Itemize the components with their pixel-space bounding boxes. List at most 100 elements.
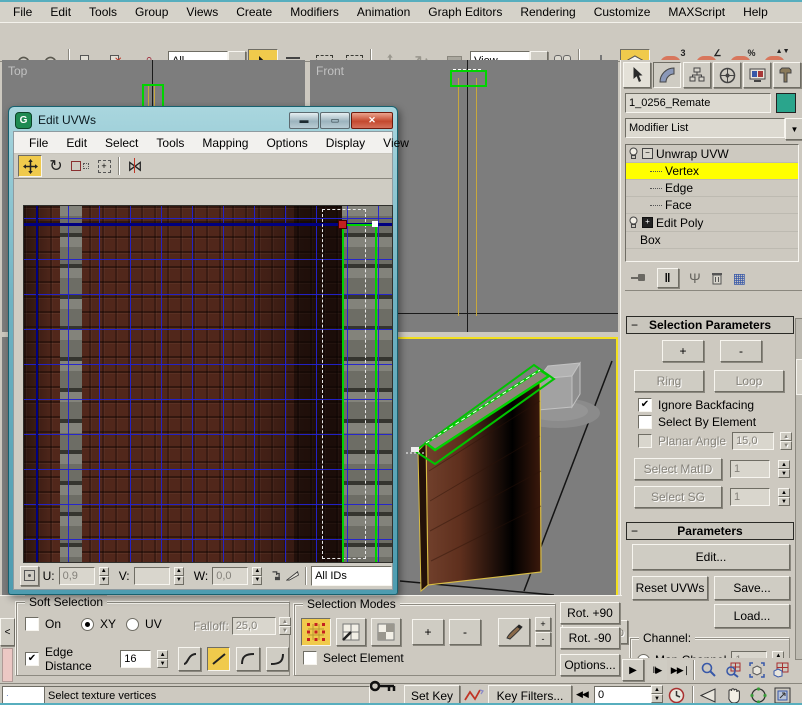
ring-button[interactable]: Ring <box>634 370 704 392</box>
falloff-linear-icon[interactable] <box>207 647 230 671</box>
uvw-mirror-icon[interactable]: ⋈ <box>124 156 146 176</box>
falloff-spinner[interactable]: ▲▼ <box>279 617 291 635</box>
menu-views[interactable]: Views <box>177 3 227 21</box>
minimize-button[interactable]: ▬ <box>289 112 319 129</box>
stack-item-edge[interactable]: Edge <box>665 181 693 195</box>
uvw-menu-view[interactable]: View <box>374 134 418 152</box>
uvw-freeform-icon[interactable]: + <box>94 156 114 176</box>
command-panel-scrollbar[interactable] <box>795 318 802 660</box>
modifier-list-dropdown[interactable]: Modifier List ▼ <box>625 118 802 140</box>
stack-item-unwrap-uvw[interactable]: Unwrap UVW <box>656 147 729 161</box>
uv-vertex-handle[interactable] <box>372 221 378 227</box>
edge-distance-checkbox[interactable] <box>25 652 39 666</box>
tab-motion-icon[interactable] <box>713 62 741 88</box>
reset-uvws-button[interactable]: Reset UVWs <box>632 576 708 600</box>
menu-help[interactable]: Help <box>734 3 777 21</box>
zoom-all-icon[interactable] <box>722 660 743 680</box>
menu-edit[interactable]: Edit <box>41 3 80 21</box>
menu-customize[interactable]: Customize <box>585 3 660 21</box>
v-spinner[interactable]: ▲▼ <box>174 567 184 585</box>
ignore-backfacing-row[interactable]: Ignore Backfacing <box>638 398 754 412</box>
select-element-checkbox[interactable] <box>303 651 317 665</box>
filter-selected-faces-icon[interactable] <box>286 569 299 582</box>
stack-row-unwrap[interactable]: − Unwrap UVW <box>626 145 798 163</box>
v-field[interactable] <box>134 567 170 585</box>
load-uvws-button[interactable]: Load... <box>714 604 790 628</box>
menu-graph-editors[interactable]: Graph Editors <box>419 3 511 21</box>
stack-row-face[interactable]: Face <box>626 197 798 214</box>
w-spinner[interactable]: ▲▼ <box>252 567 262 585</box>
zoom-extents-icon[interactable] <box>746 660 767 680</box>
face-mode-icon[interactable] <box>371 618 401 646</box>
time-configuration-icon[interactable] <box>668 687 685 704</box>
make-unique-icon[interactable]: Ψ <box>689 270 701 286</box>
expand-icon[interactable]: + <box>642 217 653 228</box>
soft-selection-on-checkbox[interactable] <box>25 617 39 631</box>
u-field[interactable]: 0,9 <box>59 567 95 585</box>
uvw-move-icon[interactable] <box>18 155 42 177</box>
menu-maxscript[interactable]: MAXScript <box>659 3 734 21</box>
falloff-slow-icon[interactable] <box>236 647 259 671</box>
falloff-fast-icon[interactable] <box>266 647 289 671</box>
bulb-icon[interactable] <box>628 147 639 160</box>
scrollbar-thumb[interactable] <box>796 359 802 395</box>
uv-selected-edge-right[interactable] <box>375 224 377 562</box>
uvw-scale-icon[interactable] <box>70 156 90 176</box>
tab-display-icon[interactable] <box>743 62 771 88</box>
stack-row-edit-poly[interactable]: + Edit Poly <box>626 214 798 232</box>
uvw-menu-display[interactable]: Display <box>317 134 374 152</box>
uv-gizmo-dashed-rect[interactable] <box>322 209 366 559</box>
close-button[interactable]: ✕ <box>351 112 393 129</box>
edge-mode-icon[interactable] <box>336 618 366 646</box>
configure-modifier-sets-icon[interactable]: ▦ <box>733 270 746 287</box>
edge-distance-field[interactable]: 16 <box>120 650 151 668</box>
shrink-selection-button[interactable]: - <box>720 340 762 362</box>
uvw-menu-tools[interactable]: Tools <box>147 134 193 152</box>
sg-spinner[interactable]: ▲▼ <box>778 488 790 506</box>
object-color-swatch[interactable] <box>776 93 796 113</box>
falloff-field[interactable]: 25,0 <box>232 617 276 635</box>
absolute-offset-toggle-icon[interactable] <box>20 566 39 586</box>
paint-shrink-button[interactable]: - <box>535 632 551 646</box>
key-mode-toggle-icon[interactable]: ◀◀ <box>576 689 588 700</box>
maximize-viewport-icon[interactable] <box>774 687 791 704</box>
menu-tools[interactable]: Tools <box>80 3 126 21</box>
loop-button[interactable]: Loop <box>714 370 784 392</box>
tab-create-icon[interactable] <box>623 62 651 88</box>
uvw-menu-mapping[interactable]: Mapping <box>193 134 257 152</box>
menu-group[interactable]: Group <box>126 3 177 21</box>
uvw-menu-options[interactable]: Options <box>257 134 316 152</box>
paint-select-brush-icon[interactable] <box>498 618 530 646</box>
stack-row-vertex-selected[interactable]: Vertex <box>626 163 798 180</box>
uvw-rotate-icon[interactable]: ↻ <box>46 156 66 176</box>
planar-angle-checkbox[interactable] <box>638 434 652 448</box>
uvw-menu-select[interactable]: Select <box>96 134 147 152</box>
w-field[interactable]: 0,0 <box>212 567 248 585</box>
remove-modifier-icon[interactable] <box>711 271 723 285</box>
go-to-end-icon[interactable]: ▶▶❘ <box>670 660 690 680</box>
options-button[interactable]: Options... <box>560 654 620 676</box>
scroll-left-button[interactable]: < <box>0 618 15 646</box>
select-by-element-checkbox[interactable] <box>638 415 652 429</box>
uvw-menu-file[interactable]: File <box>20 134 57 152</box>
maxscript-mini-listener[interactable]: · <box>2 686 46 705</box>
tab-modify-icon[interactable] <box>653 62 681 88</box>
edit-uvws-dialog[interactable]: G Edit UVWs ▬ ▭ ✕ File Edit Select Tools… <box>8 106 398 595</box>
rotate-plus-90-button[interactable]: Rot. +90 <box>560 602 620 624</box>
viewport-front-label[interactable]: Front <box>316 64 344 78</box>
front-selected-edge[interactable] <box>450 70 487 87</box>
material-id-filter-dropdown[interactable]: All IDs <box>311 566 392 586</box>
grow-uv-button[interactable]: + <box>412 619 444 645</box>
matid-spinner[interactable]: ▲▼ <box>778 460 790 478</box>
falloff-smooth-icon[interactable] <box>178 647 201 671</box>
rotate-minus-90-button[interactable]: Rot. -90 <box>560 627 620 649</box>
next-frame-icon[interactable]: ‖▶ <box>647 660 667 680</box>
zoom-icon[interactable] <box>698 660 719 680</box>
menu-rendering[interactable]: Rendering <box>511 3 584 21</box>
select-by-element-row[interactable]: Select By Element <box>638 415 756 429</box>
bulb-icon[interactable] <box>628 216 639 229</box>
select-sg-button[interactable]: Select SG <box>634 486 722 508</box>
uv-selected-vertex[interactable] <box>338 220 347 229</box>
planar-angle-field[interactable]: 15,0 <box>732 432 774 450</box>
collapse-icon[interactable]: − <box>642 148 653 159</box>
